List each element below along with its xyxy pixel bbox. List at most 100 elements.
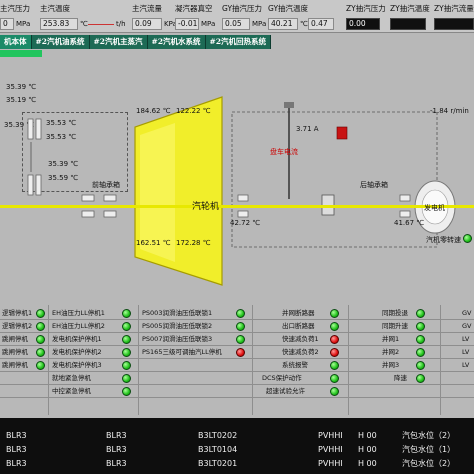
alarm-strip: BLR3 BLR3 B3LT0202 PVHHI H 00 汽包水位（2） BL…	[0, 418, 474, 474]
turbine-temp: 42.72 ℃	[230, 219, 261, 227]
status-led	[330, 347, 339, 357]
alarm-cell: BLR3	[6, 445, 27, 454]
status-led	[36, 334, 45, 344]
status-led	[36, 308, 45, 318]
status-led	[236, 334, 245, 344]
table-row: 跳闸停机 发电机保护停机2 PS165三级可调抽汽LL停机 快速减负荷2 并网2…	[0, 346, 474, 359]
trip-label: 就地紧急停机	[52, 374, 91, 382]
alarm-row[interactable]: BLR3 BLR3 B3LT0104 PVHHI H 00 汽包水位（1）	[0, 444, 474, 455]
trip-label: 发电机保护停机3	[52, 361, 102, 369]
tab-main-steam[interactable]: #2汽机主蒸汽	[89, 35, 148, 49]
turbine-shaft	[0, 205, 474, 208]
trip-label: 发电机保护停机1	[52, 335, 102, 343]
status-led	[122, 321, 131, 331]
lv-label: LV	[462, 361, 470, 369]
trip-label: 跳闸停机	[2, 348, 28, 356]
status-led	[416, 373, 425, 383]
status-led	[122, 347, 131, 357]
status-led	[122, 308, 131, 318]
value-main-steam-pressure: 0	[0, 18, 14, 30]
process-lines	[27, 96, 456, 286]
status-led	[122, 360, 131, 370]
tab-water-system[interactable]: #2汽机水系统	[147, 35, 206, 49]
value-condenser-vacuum: -0.01	[175, 18, 199, 30]
unit-mpa: MPa	[16, 20, 31, 28]
header-main-steam-pressure: 主汽压力	[0, 4, 30, 13]
status-led	[416, 308, 425, 318]
turning-current: 3.71 A	[296, 125, 319, 133]
alarm-cell: PVHHI	[318, 431, 343, 440]
header-condenser-vacuum: 凝汽器真空	[175, 4, 213, 13]
status-strip	[0, 50, 42, 57]
lv-label: LV	[462, 335, 470, 343]
zero-speed-indicator	[463, 234, 472, 243]
sync-label: 并网1	[382, 335, 400, 343]
table-row: 逻辑停机1 EH油压力LL停机1 PS003润滑油压低联锁1 并网断路器 同期投…	[0, 307, 474, 320]
alarm-row[interactable]: BLR3 BLR3 B3LT0202 PVHHI H 00 汽包水位（2）	[0, 430, 474, 441]
process-diagram: 35.39 ℃ 35.19 ℃ 35.53 ℃ 35.53 ℃ 35.39 ℃ …	[0, 57, 474, 305]
table-row: 跳闸停机 发电机保护停机3 系统报警 并网3 LV	[0, 359, 474, 372]
turbine-speed: -1.84 r/min	[430, 107, 469, 115]
status-led	[236, 308, 245, 318]
alarm-cell: 汽包水位（2）	[402, 459, 456, 468]
alarm-cell: BLR3	[106, 445, 127, 454]
header-gy-pressure: GY抽汽压力	[222, 4, 263, 13]
tab-regenerative-system[interactable]: #2汽机回热系统	[205, 35, 272, 49]
trip-label: 发电机保护停机2	[52, 348, 102, 356]
status-led	[236, 321, 245, 331]
turbine-temp: 172.28 ℃	[176, 239, 211, 247]
breaker-label: 超速试验允许	[266, 387, 305, 395]
trip-label: 跳闸停机	[2, 361, 28, 369]
status-led	[330, 373, 339, 383]
tab-oil-system[interactable]: #2汽机油系统	[31, 35, 90, 49]
alarm-row[interactable]: BLR3 BLR3 B3LT0201 PVHHI H 00 汽包水位（2）	[0, 458, 474, 469]
unit-celsius-2: ℃	[300, 20, 308, 28]
breaker-label: 出口断路器	[282, 322, 315, 330]
interlock-label: PS007润滑油压低联锁3	[142, 335, 213, 343]
sync-label: 并网2	[382, 348, 400, 356]
trip-label: 中控紧急停机	[52, 387, 91, 395]
sync-label: 并网3	[382, 361, 400, 369]
value-zy-temp	[390, 18, 426, 30]
table-row: 就地紧急停机 DCS保护动作 降速	[0, 372, 474, 385]
protection-table: 逻辑停机1 EH油压力LL停机1 PS003润滑油压低联锁1 并网断路器 同期投…	[0, 305, 474, 415]
breaker-label: 系统报警	[282, 361, 308, 369]
value-gy-flow: 0.47	[308, 18, 334, 30]
status-led	[36, 360, 45, 370]
status-led	[330, 386, 339, 396]
alarm-cell: B3LT0104	[198, 445, 238, 454]
table-row: 中控紧急停机 超速试验允许	[0, 385, 474, 398]
breaker-label: DCS保护动作	[262, 374, 302, 382]
tab-strip: 机本体 #2汽机油系统 #2汽机主蒸汽 #2汽机水系统 #2汽机回热系统	[0, 35, 300, 49]
alarm-cell: BLR3	[6, 459, 27, 468]
top-readout-band: 主汽压力 主汽温度 主汽流量 凝汽器真空 GY抽汽压力 GY抽汽温度 ZY抽汽压…	[0, 0, 474, 33]
header-zy-temp: ZY抽汽温度	[390, 4, 430, 13]
turbine-temp: 122.22 ℃	[176, 107, 211, 115]
trip-label: 跳闸停机	[2, 335, 28, 343]
alarm-cell: H 00	[358, 431, 377, 440]
status-led	[416, 360, 425, 370]
status-led	[36, 347, 45, 357]
header-zy-flow: ZY抽汽流量	[434, 4, 474, 13]
bearing-icon	[27, 118, 117, 218]
sync-label: 同期投退	[382, 309, 408, 317]
zero-speed-label: 汽机零转速	[426, 236, 461, 244]
alarm-cell: BLR3	[6, 431, 27, 440]
status-led	[36, 321, 45, 331]
table-row: 跳闸停机 发电机保护停机1 PS007润滑油压低联锁3 快速减负荷1 并网1 L…	[0, 333, 474, 346]
sync-label: 同期升速	[382, 322, 408, 330]
dcs-turbine-screen: 主汽压力 主汽温度 主汽流量 凝汽器真空 GY抽汽压力 GY抽汽温度 ZY抽汽压…	[0, 0, 474, 474]
alarm-cell: H 00	[358, 459, 377, 468]
generator-label: 发电机	[424, 204, 445, 212]
breaker-label: 并网断路器	[282, 309, 315, 317]
trip-label: 逻辑停机2	[2, 322, 33, 330]
status-led	[122, 373, 131, 383]
alarm-cell: H 00	[358, 445, 377, 454]
interlock-label: PS003润滑油压低联锁1	[142, 309, 213, 317]
status-led	[330, 321, 339, 331]
status-led	[122, 334, 131, 344]
status-led	[236, 347, 245, 357]
status-led	[330, 308, 339, 318]
tab-turbine-body[interactable]: 机本体	[0, 35, 32, 49]
status-led	[416, 321, 425, 331]
